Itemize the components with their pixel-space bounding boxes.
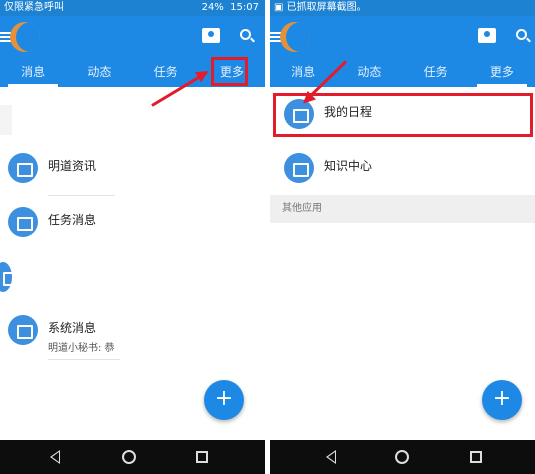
contacts-icon[interactable]: [202, 28, 220, 43]
tab-messages[interactable]: 消息: [0, 60, 66, 87]
list-item-knowledge-center[interactable]: 知识中心: [270, 143, 535, 193]
list-item-subtitle: 明道小秘书: 恭: [48, 343, 115, 354]
blurred-area: [0, 105, 12, 135]
back-icon[interactable]: [50, 450, 60, 464]
avatar[interactable]: [280, 22, 310, 52]
tab-activity[interactable]: 动态: [66, 60, 132, 87]
nav-bar: [0, 440, 265, 474]
list-item[interactable]: 系统消息 明道小秘书: 恭: [0, 305, 265, 355]
highlight-more-tab: [211, 57, 248, 86]
add-button[interactable]: +: [482, 380, 522, 420]
home-icon[interactable]: [395, 450, 409, 464]
search-icon[interactable]: [516, 29, 527, 40]
message-icon: [8, 153, 38, 183]
status-right: 24% 15:07: [202, 0, 259, 16]
contacts-icon[interactable]: [478, 28, 496, 43]
task-icon: [8, 207, 38, 237]
avatar[interactable]: [10, 22, 40, 52]
home-icon[interactable]: [122, 450, 136, 464]
app-bar: [270, 16, 535, 60]
list-item-label: 知识中心: [324, 159, 373, 173]
back-icon[interactable]: [326, 450, 336, 464]
tab-more[interactable]: 更多: [469, 60, 535, 87]
section-header: 其他应用: [270, 195, 535, 223]
left-phone-screen: 仅限紧急呼叫 24% 15:07 消息 动态 任务 更多 明道资讯 任务消息 系…: [0, 0, 265, 474]
speaker-icon: [8, 315, 38, 345]
list-item-label: 明道资讯: [48, 159, 97, 173]
tab-activity[interactable]: 动态: [336, 60, 402, 87]
card-icon: [284, 153, 314, 183]
screenshot-icon: ▣: [274, 2, 284, 13]
list-item[interactable]: [0, 252, 265, 302]
battery-level: 24%: [201, 2, 224, 13]
status-bar: ▣ 已抓取屏幕截图。: [270, 0, 535, 16]
right-phone-screen: ▣ 已抓取屏幕截图。 消息 动态 任务 更多 我的日程 知识中心 其他应用 +: [270, 0, 535, 474]
tab-tasks[interactable]: 任务: [403, 60, 469, 87]
recent-apps-icon[interactable]: [470, 451, 482, 463]
list-item-label: 系统消息: [48, 321, 97, 335]
tab-bar: 消息 动态 任务 更多: [270, 60, 535, 87]
divider: [48, 195, 115, 196]
partial-icon: [0, 262, 19, 292]
list-item[interactable]: 明道资讯: [0, 143, 265, 193]
list-item[interactable]: 任务消息: [0, 197, 265, 247]
nav-bar: [270, 440, 535, 474]
search-icon[interactable]: [240, 29, 251, 40]
tab-messages[interactable]: 消息: [270, 60, 336, 87]
app-bar: [0, 16, 265, 60]
recent-apps-icon[interactable]: [196, 451, 208, 463]
status-text: 仅限紧急呼叫: [4, 2, 64, 13]
add-button[interactable]: +: [204, 380, 244, 420]
status-text: 已抓取屏幕截图。: [286, 2, 367, 13]
list-item-label: 任务消息: [48, 213, 97, 227]
divider: [48, 359, 120, 360]
status-bar: 仅限紧急呼叫 24% 15:07: [0, 0, 265, 16]
clock: 15:07: [230, 2, 259, 13]
